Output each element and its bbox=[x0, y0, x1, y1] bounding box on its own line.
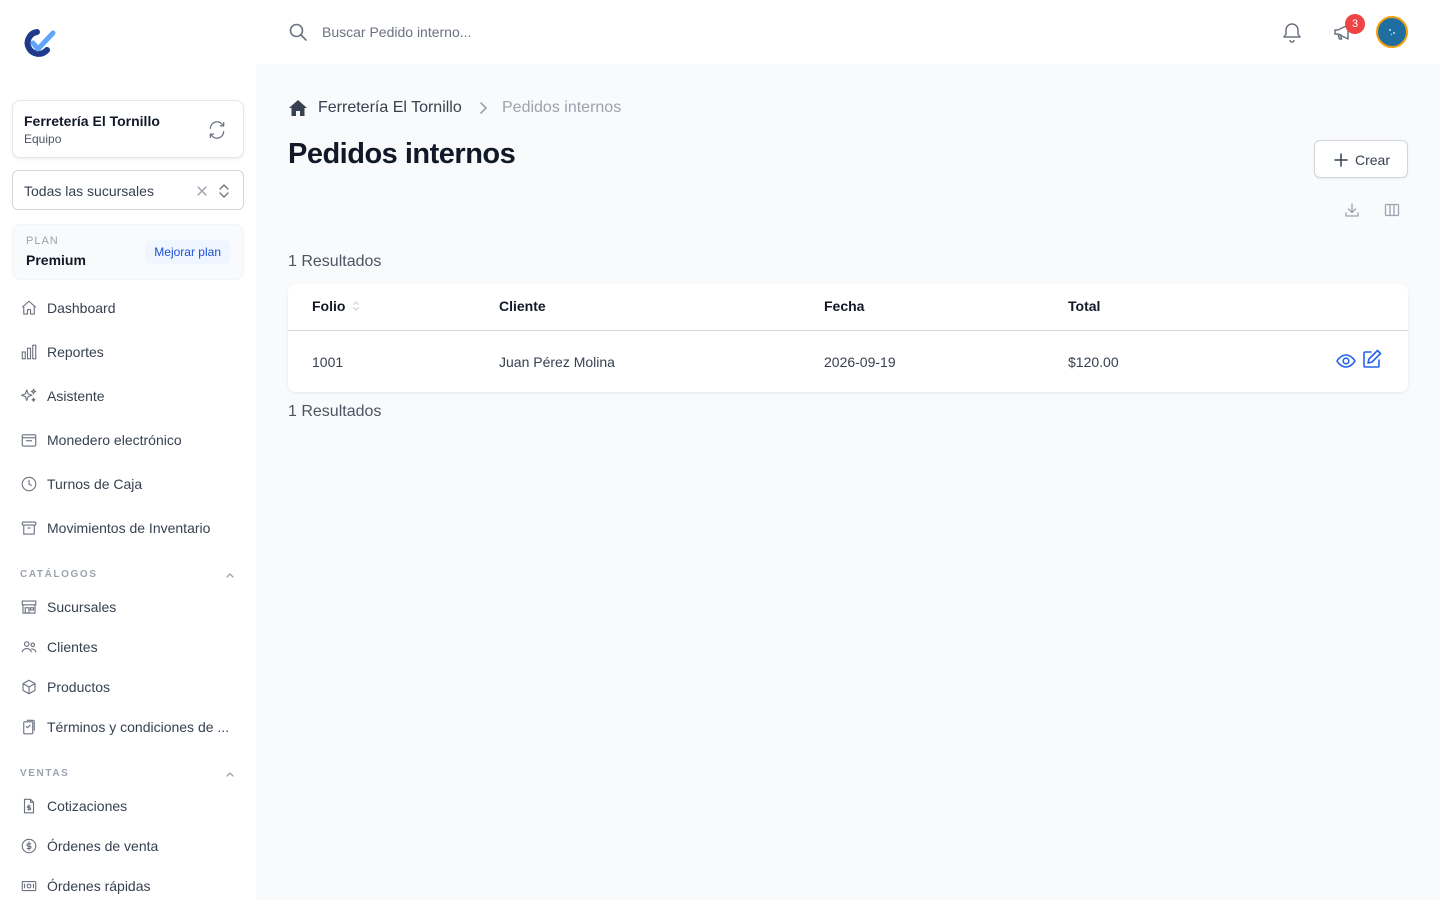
branch-select[interactable]: Todas las sucursales bbox=[12, 170, 244, 210]
chart-icon bbox=[21, 344, 37, 360]
app-logo-icon[interactable] bbox=[20, 28, 56, 58]
nav-label: Sucursales bbox=[47, 599, 117, 615]
nav-productos[interactable]: Productos bbox=[12, 669, 244, 705]
nav-dashboard[interactable]: Dashboard bbox=[12, 290, 244, 326]
plan-card: PLAN Premium Mejorar plan bbox=[12, 224, 244, 280]
home-icon bbox=[21, 300, 37, 315]
view-icon[interactable] bbox=[1335, 350, 1357, 372]
nav-sucursales[interactable]: Sucursales bbox=[12, 589, 244, 625]
cell-cliente: Juan Pérez Molina bbox=[499, 354, 615, 370]
breadcrumb-team-link[interactable]: Ferretería El Tornillo bbox=[318, 99, 462, 117]
nav-asistente[interactable]: Asistente bbox=[12, 378, 244, 414]
results-count-bottom: 1 Resultados bbox=[288, 403, 382, 420]
users-icon bbox=[21, 641, 37, 653]
avatar-image-icon bbox=[1389, 29, 1395, 36]
cell-folio: 1001 bbox=[312, 354, 344, 370]
create-button[interactable]: Crear bbox=[1314, 140, 1408, 178]
column-header-fecha: Fecha bbox=[824, 298, 865, 314]
sidebar: Ferretería El Tornillo Equipo Todas las … bbox=[0, 0, 256, 900]
nav-label: Clientes bbox=[47, 639, 98, 655]
nav-label: Turnos de Caja bbox=[47, 476, 143, 492]
branch-select-value: Todas las sucursales bbox=[24, 183, 154, 199]
results-count: 1 Resultados bbox=[288, 253, 382, 270]
column-header-folio[interactable]: Folio bbox=[312, 298, 345, 314]
section-catalogos-toggle[interactable]: CATÁLOGOS bbox=[20, 567, 236, 583]
document-dollar-icon bbox=[23, 798, 35, 814]
nav-label: Productos bbox=[47, 679, 111, 695]
table-header-divider bbox=[288, 330, 1408, 331]
nav-label: Asistente bbox=[47, 388, 105, 404]
plan-name: Premium bbox=[26, 252, 86, 268]
wallet-icon bbox=[21, 434, 37, 447]
team-name: Ferretería El Tornillo bbox=[24, 113, 160, 129]
nav-label: Reportes bbox=[47, 344, 104, 360]
search-input[interactable] bbox=[322, 20, 922, 44]
nav-turnos-caja[interactable]: Turnos de Caja bbox=[12, 466, 244, 502]
columns-icon[interactable] bbox=[1383, 201, 1401, 219]
store-icon bbox=[21, 600, 37, 614]
home-icon[interactable] bbox=[288, 99, 308, 117]
sort-icon[interactable] bbox=[352, 300, 360, 312]
upgrade-plan-button[interactable]: Mejorar plan bbox=[145, 240, 230, 264]
page-title: Pedidos internos bbox=[288, 138, 516, 170]
nav-label: Órdenes rápidas bbox=[47, 878, 151, 894]
chevron-up-icon bbox=[226, 573, 234, 578]
clear-icon[interactable] bbox=[195, 184, 209, 198]
edit-icon[interactable] bbox=[1360, 347, 1384, 371]
chevron-up-down-icon bbox=[219, 184, 229, 198]
chevron-right-icon bbox=[480, 102, 488, 114]
column-header-total: Total bbox=[1068, 298, 1101, 314]
nav-terminos-condiciones[interactable]: Términos y condiciones de ... bbox=[12, 709, 244, 745]
dollar-circle-icon bbox=[21, 838, 37, 854]
chevron-up-icon bbox=[226, 772, 234, 777]
team-role: Equipo bbox=[24, 132, 62, 146]
cell-total: $120.00 bbox=[1068, 354, 1119, 370]
sparkles-icon bbox=[20, 388, 37, 402]
cell-fecha: 2026-09-19 bbox=[824, 354, 896, 370]
cash-icon bbox=[21, 880, 37, 892]
column-header-cliente: Cliente bbox=[499, 298, 546, 314]
nav-ordenes-rapidas[interactable]: Órdenes rápidas bbox=[12, 868, 244, 900]
bell-icon[interactable] bbox=[1280, 20, 1304, 44]
topbar: 3 bbox=[256, 0, 1440, 64]
cube-icon bbox=[22, 679, 36, 695]
breadcrumb-current[interactable]: Pedidos internos bbox=[502, 99, 621, 117]
notifications-badge: 3 bbox=[1345, 14, 1365, 34]
plan-label: PLAN bbox=[26, 235, 59, 247]
section-title: CATÁLOGOS bbox=[20, 569, 98, 580]
nav-reportes[interactable]: Reportes bbox=[12, 334, 244, 370]
archive-icon bbox=[21, 521, 37, 535]
section-ventas-toggle[interactable]: VENTAS bbox=[20, 766, 236, 782]
nav-movimientos-inventario[interactable]: Movimientos de Inventario bbox=[12, 510, 244, 546]
nav-cotizaciones[interactable]: Cotizaciones bbox=[12, 788, 244, 824]
nav-label: Monedero electrónico bbox=[47, 432, 182, 448]
nav-label: Movimientos de Inventario bbox=[47, 520, 211, 536]
team-switcher[interactable]: Ferretería El Tornillo Equipo bbox=[12, 100, 244, 158]
nav-label: Dashboard bbox=[47, 300, 116, 316]
nav-label: Cotizaciones bbox=[47, 798, 128, 814]
nav-label: Órdenes de venta bbox=[47, 838, 159, 854]
avatar[interactable] bbox=[1376, 16, 1408, 48]
nav-monedero[interactable]: Monedero electrónico bbox=[12, 422, 244, 458]
search-icon bbox=[289, 23, 307, 41]
nav-label: Términos y condiciones de ... bbox=[47, 719, 230, 735]
create-button-label: Crear bbox=[1355, 152, 1391, 168]
download-icon[interactable] bbox=[1343, 201, 1361, 219]
switch-team-icon[interactable] bbox=[207, 120, 227, 140]
nav-ordenes-venta[interactable]: Órdenes de venta bbox=[12, 828, 244, 864]
orders-table: Folio Cliente Fecha Total 1001 Juan Pére… bbox=[288, 284, 1408, 392]
clipboard-icon bbox=[23, 719, 35, 735]
nav-clientes[interactable]: Clientes bbox=[12, 629, 244, 665]
section-title: VENTAS bbox=[20, 768, 70, 779]
clock-icon bbox=[21, 476, 37, 492]
plus-icon bbox=[1334, 153, 1348, 167]
